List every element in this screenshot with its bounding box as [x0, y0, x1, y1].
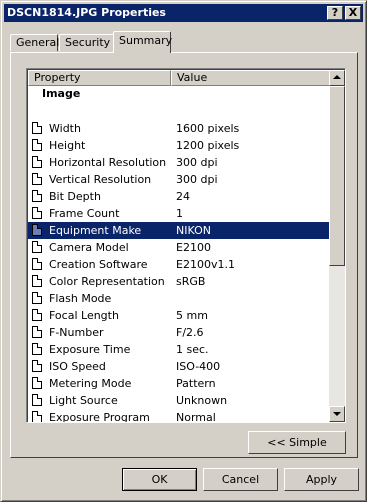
- help-button[interactable]: ?: [327, 6, 343, 20]
- title-bar[interactable]: DSCN1814.JPG Properties ? X: [4, 4, 363, 22]
- close-button[interactable]: X: [345, 6, 361, 20]
- cancel-button[interactable]: Cancel: [203, 468, 278, 491]
- tab-general[interactable]: General: [10, 34, 59, 51]
- tab-security[interactable]: Security: [59, 34, 114, 51]
- tab-summary[interactable]: Summary: [113, 31, 172, 53]
- ok-button[interactable]: OK: [122, 468, 197, 491]
- apply-button[interactable]: Apply: [284, 468, 359, 491]
- summary-panel: [10, 52, 358, 458]
- window-title: DSCN1814.JPG Properties: [7, 6, 166, 19]
- properties-dialog: DSCN1814.JPG Properties ? X General Secu…: [0, 0, 367, 502]
